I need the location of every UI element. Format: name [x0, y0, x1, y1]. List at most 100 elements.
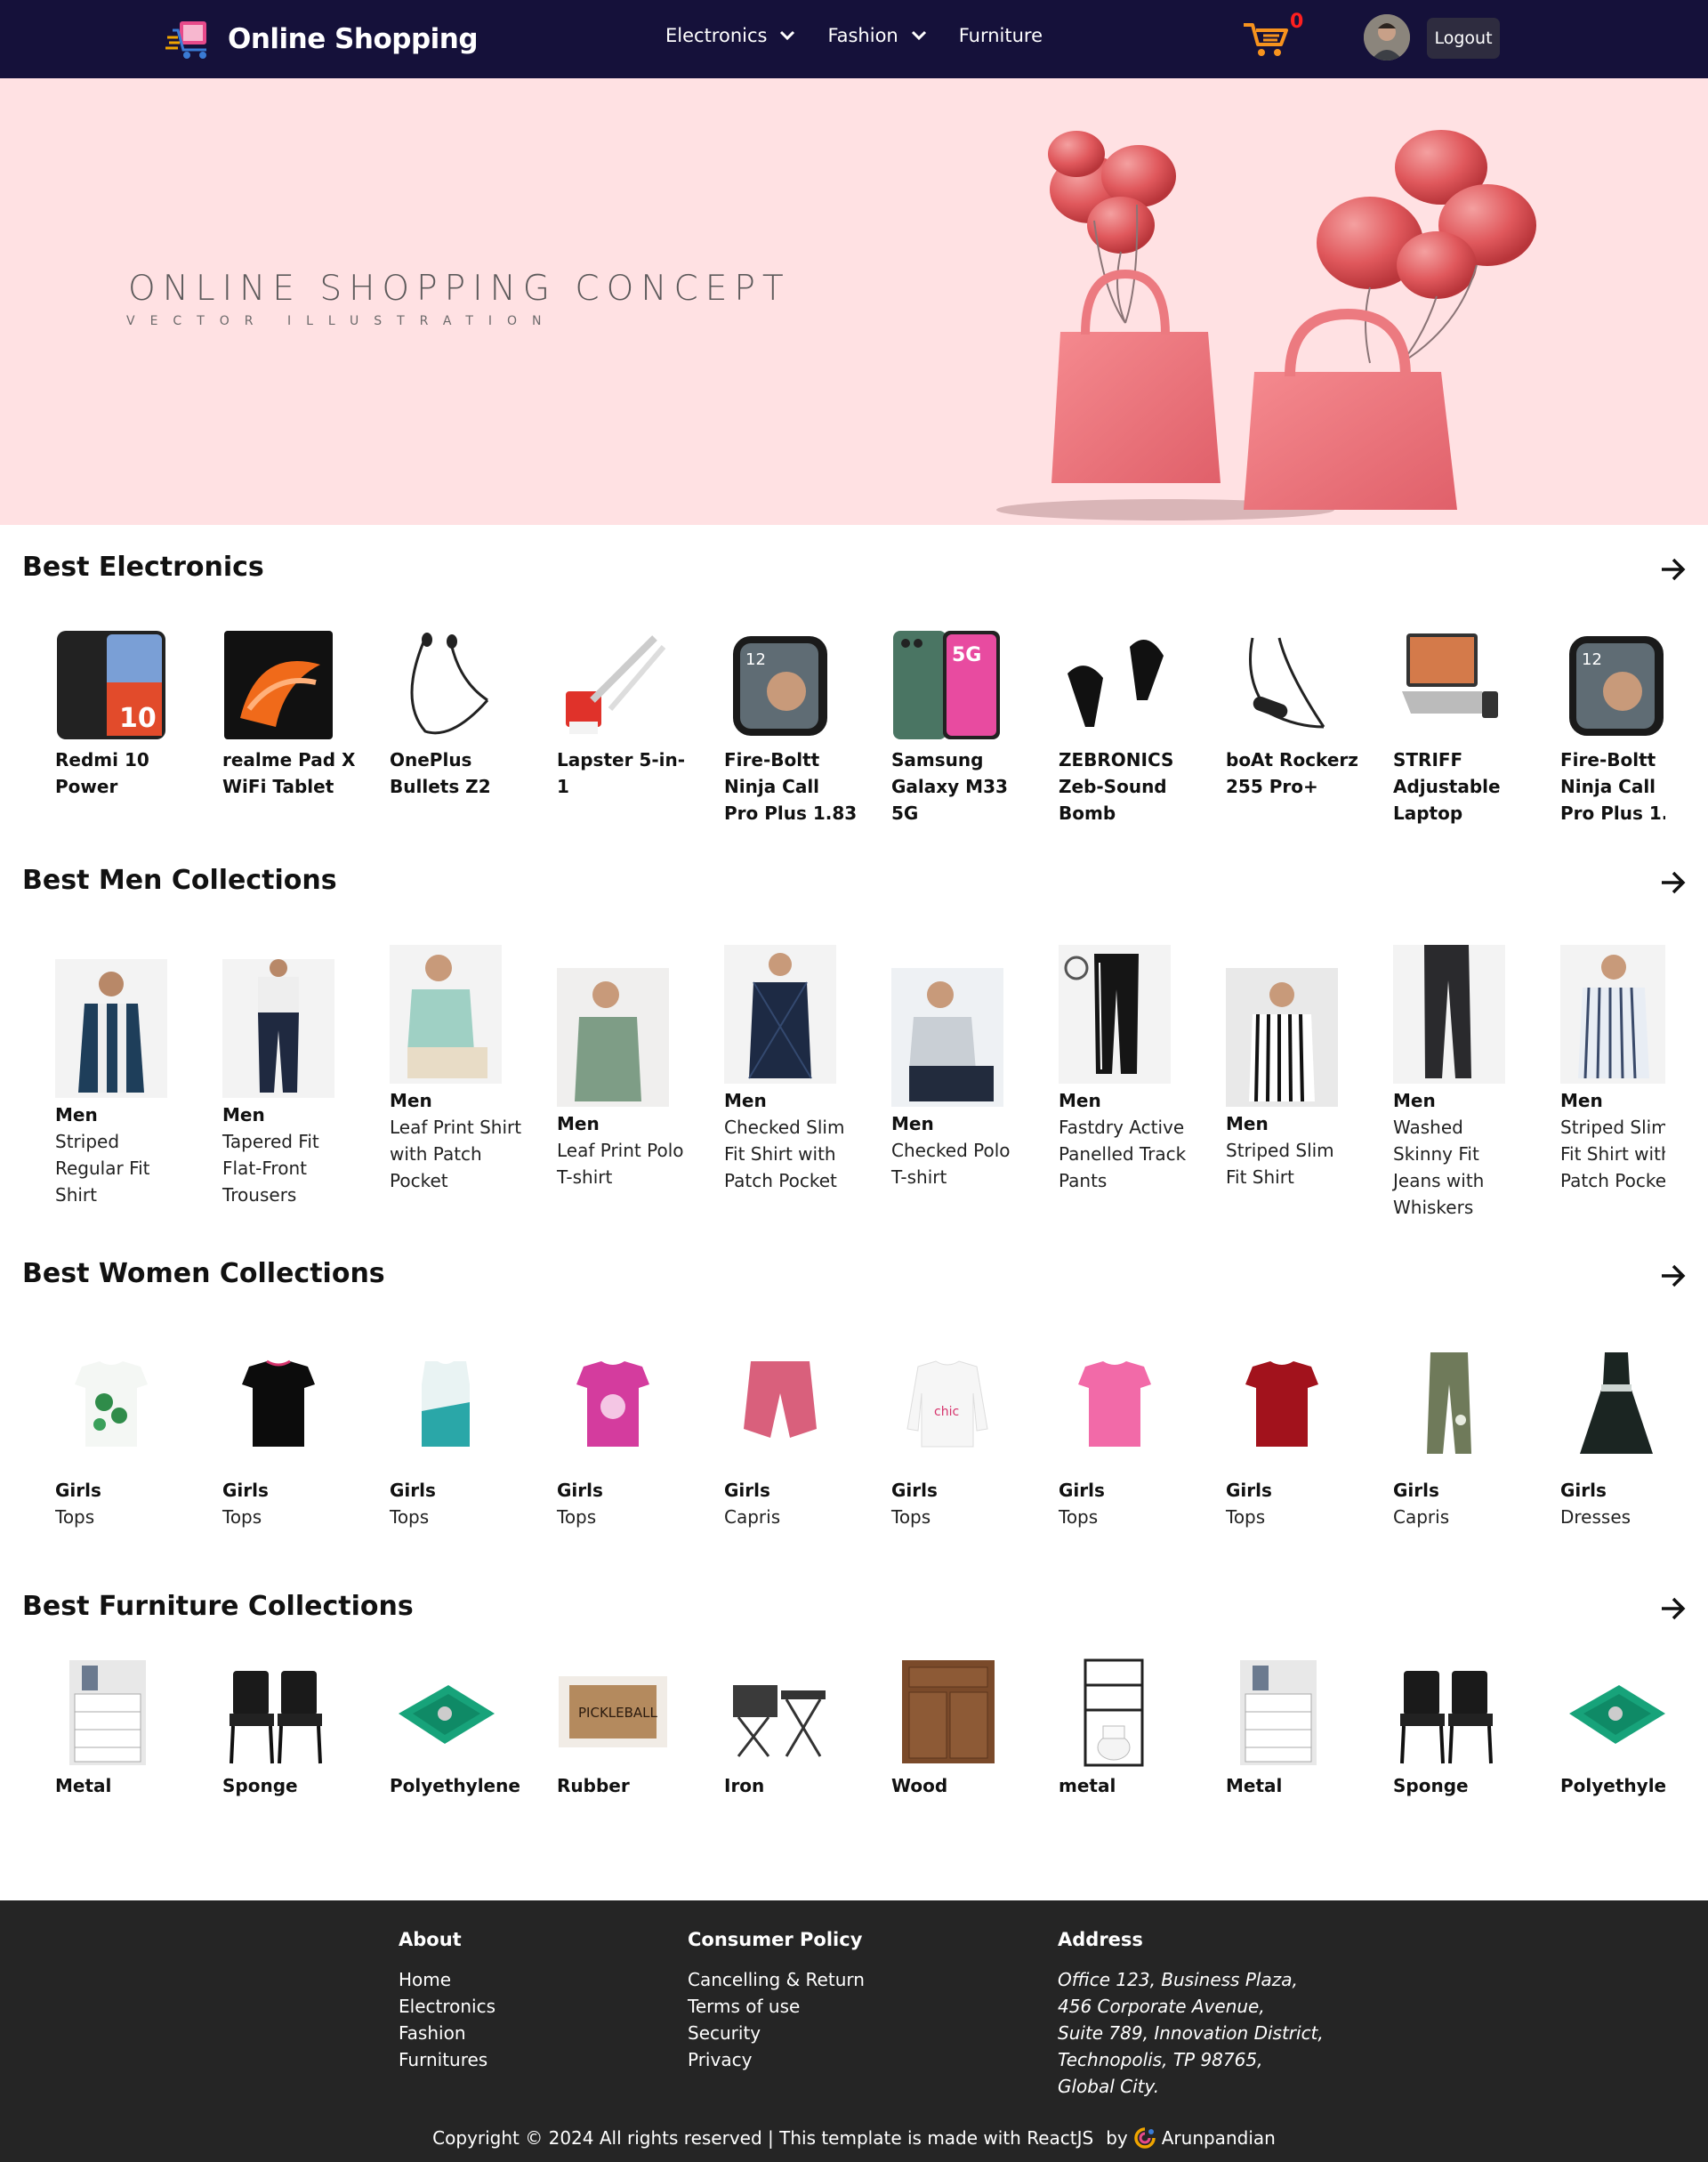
product-name: Tops: [891, 1506, 931, 1528]
arrow-right-icon[interactable]: [1660, 557, 1687, 582]
tray-image: [399, 1685, 495, 1744]
footer-link-privacy[interactable]: Privacy: [688, 2046, 865, 2073]
section-title-men: Best Men Collections: [22, 865, 337, 896]
footer-link-home[interactable]: Home: [399, 1966, 495, 1993]
user-photo-icon: [1364, 14, 1410, 61]
product-name: Checked Polo T-shirt: [891, 1140, 1011, 1188]
product-category: Men: [1226, 1113, 1269, 1134]
neckband-image: [1249, 637, 1325, 729]
trousers-image: [222, 959, 334, 1098]
product-material: metal: [1059, 1775, 1116, 1796]
product-category: Girls: [891, 1480, 938, 1501]
arrow-right-icon[interactable]: [1660, 1263, 1687, 1288]
footer-about: About Home Electronics Fashion Furniture…: [399, 1929, 495, 2073]
product-category: Girls: [55, 1480, 101, 1501]
product-category: Girls: [1226, 1480, 1272, 1501]
nav-electronics-label: Electronics: [665, 25, 768, 46]
earphones-image: [410, 633, 489, 735]
brand[interactable]: Online Shopping: [165, 18, 479, 61]
product-material: Rubber: [557, 1775, 630, 1796]
product-name: Checked Slim Fit Shirt with Patch Pocket: [724, 1117, 845, 1191]
top-image: [1078, 1361, 1151, 1447]
cleaning-kit-image: [566, 635, 666, 734]
product-name: Tops: [1059, 1506, 1099, 1528]
arrow-right-icon[interactable]: [1660, 1596, 1687, 1621]
footer-link-terms[interactable]: Terms of use: [688, 1993, 865, 2020]
product-category: Girls: [557, 1480, 603, 1501]
top-image: [75, 1361, 148, 1447]
furniture-row: Metal Sponge Polyethylene PICKLEBALL Rub…: [55, 1658, 1665, 1801]
product-name: Tops: [557, 1506, 597, 1528]
banner-title: ONLINE SHOPPING CONCEPT: [128, 269, 791, 309]
product-name: realme Pad X WiFi Tablet: [222, 749, 356, 797]
tablet-image: [224, 631, 333, 739]
product-name: Dresses: [1560, 1506, 1631, 1528]
product-name: Striped Slim Fit Shirt with Patch Pocket: [1560, 1117, 1665, 1191]
author-name[interactable]: Arunpandian: [1162, 2127, 1276, 2149]
product-name: Fire-Boltt Ninja Call Pro Plus 1.83: [1560, 749, 1665, 824]
copyright-bar: Copyright © 2024 All rights reserved | T…: [0, 2126, 1708, 2150]
hero-banner[interactable]: ONLINE SHOPPING CONCEPT VECTOR ILLUSTRAT…: [0, 78, 1708, 525]
product-name: Lapster 5-in-1: [557, 749, 686, 797]
product-category: Men: [222, 1104, 265, 1125]
nav-electronics[interactable]: Electronics: [665, 25, 795, 46]
top-image: [576, 1361, 649, 1447]
chevron-down-icon: [911, 30, 926, 41]
jeans-image: [1393, 945, 1505, 1084]
product-category: Girls: [1393, 1480, 1439, 1501]
svg-text:10: 10: [119, 703, 157, 734]
men-row: Men Striped Regular Fit Shirt Men Tapere…: [55, 945, 1665, 1230]
nav-fashion[interactable]: Fashion: [827, 25, 926, 46]
user-avatar[interactable]: [1364, 14, 1410, 61]
copyright-text: Copyright © 2024 All rights reserved | T…: [432, 2127, 1094, 2149]
product-category: Men: [1560, 1090, 1603, 1111]
doormat-image: PICKLEBALL: [559, 1676, 667, 1747]
shirt-image: [1226, 968, 1338, 1107]
product-name: ZEBRONICS Zeb-Sound Bomb: [1059, 749, 1174, 824]
footer-link-fashion[interactable]: Fashion: [399, 2020, 495, 2046]
top-image: [242, 1359, 315, 1447]
footer-link-security[interactable]: Security: [688, 2020, 865, 2046]
chairs-image: [230, 1671, 322, 1764]
tray-image: [1569, 1685, 1665, 1744]
arrow-right-icon[interactable]: [1660, 870, 1687, 895]
product-name: Striped Regular Fit Shirt: [55, 1131, 150, 1206]
shopping-bags-balloons-illustration: [996, 130, 1536, 520]
shopping-cart-logo-icon: [165, 21, 206, 59]
product-name: Tops: [1226, 1506, 1266, 1528]
product-material: Polyethylene: [390, 1775, 520, 1796]
nav-furniture-label: Furniture: [958, 25, 1043, 46]
top-image: [1245, 1361, 1318, 1447]
product-name: Tops: [222, 1506, 262, 1528]
toilet-rack-image: [1084, 1658, 1144, 1767]
product-name: Tapered Fit Flat-Front Trousers: [222, 1131, 319, 1206]
product-material: Sponge: [222, 1775, 298, 1796]
footer-link-furnitures[interactable]: Furnitures: [399, 2046, 495, 2073]
capris-image: [744, 1361, 817, 1438]
electronics-row: 10 Redmi 10 Power realme Pad X WiFi Tabl…: [55, 629, 1665, 830]
address-line: Technopolis, TP 98765,: [1058, 2049, 1263, 2070]
chevron-down-icon: [780, 30, 795, 41]
product-name: Striped Slim Fit Shirt: [1226, 1140, 1334, 1188]
cart-icon[interactable]: [1242, 20, 1292, 59]
product-name: boAt Rockerz 255 Pro+: [1226, 749, 1358, 797]
product-material: Polyethylene: [1560, 1775, 1665, 1796]
svg-text:12: 12: [1582, 650, 1602, 669]
product-category: Men: [891, 1113, 934, 1134]
phone-image: 5G: [893, 631, 1000, 739]
section-title-furniture: Best Furniture Collections: [22, 1591, 414, 1622]
product-category: Girls: [222, 1480, 269, 1501]
capris-image: [1427, 1352, 1471, 1454]
product-name: Samsung Galaxy M33 5G: [891, 749, 1008, 824]
product-category: Men: [1393, 1090, 1436, 1111]
footer-address: Address Office 123, Business Plaza, 456 …: [1058, 1929, 1324, 2100]
product-category: Men: [1059, 1090, 1101, 1111]
polo-image: [557, 968, 669, 1107]
women-row: Girls Tops Girls Tops Girls Tops Girls T…: [55, 1335, 1665, 1539]
product-material: Sponge: [1393, 1775, 1469, 1796]
logout-button[interactable]: Logout: [1427, 18, 1500, 59]
footer-link-electronics[interactable]: Electronics: [399, 1993, 495, 2020]
nav-furniture[interactable]: Furniture: [959, 25, 1043, 46]
product-name: Fastdry Active Panelled Track Pants: [1059, 1117, 1187, 1191]
footer-link-cancelling-return[interactable]: Cancelling & Return: [688, 1966, 865, 1993]
